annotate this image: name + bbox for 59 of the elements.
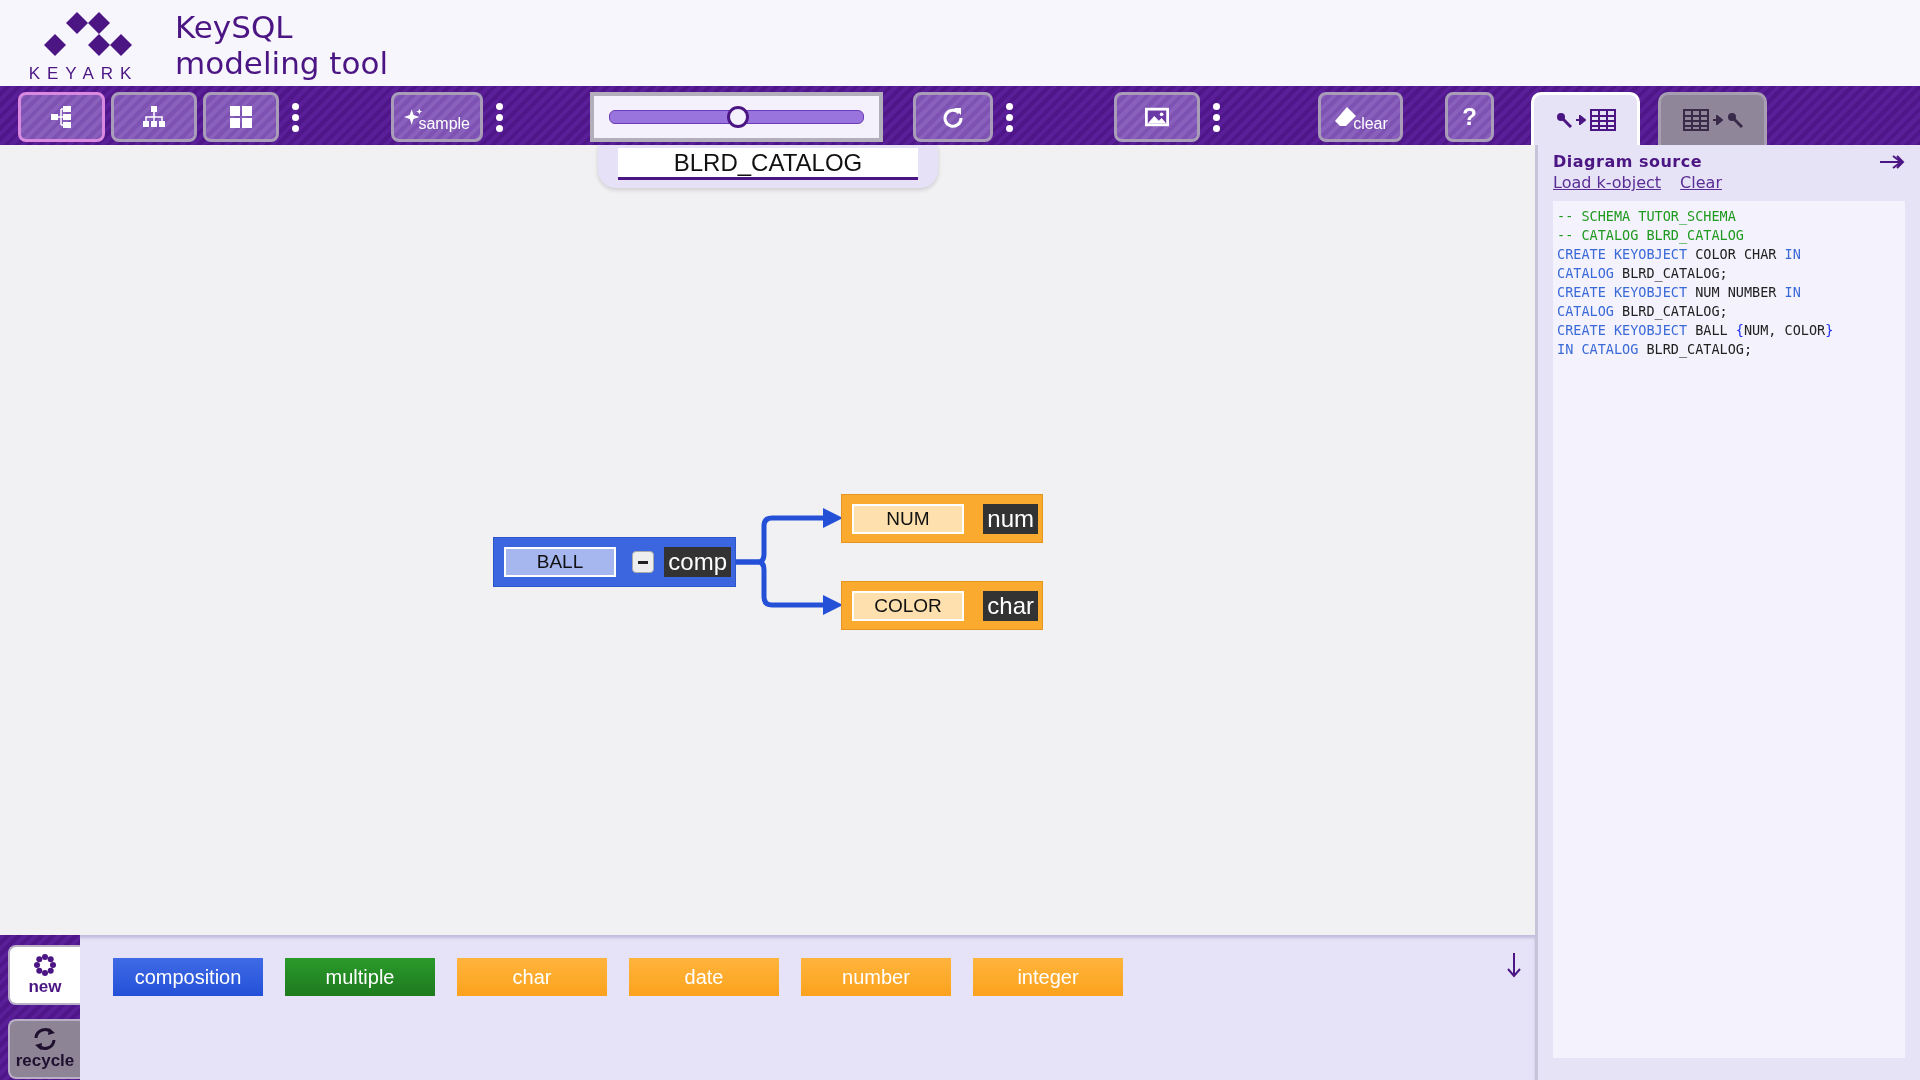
node-type: char [983,590,1038,621]
collapse-icon[interactable] [632,551,654,573]
panel-tab[interactable] [1658,92,1767,145]
app-title: KeySQL [175,9,294,45]
grid-icon [229,105,253,129]
code-line: CREATE KEYOBJECT COLOR CHAR IN [1557,245,1802,264]
code-line: CREATE KEYOBJECT NUM NUMBER IN [1557,283,1802,302]
panel-link[interactable]: Load k-object [1553,173,1662,192]
node-name: NUM [852,503,964,534]
code-line: CATALOG BLRD_CATALOG; [1557,302,1729,321]
scalar-node[interactable]: NUM num [841,494,1043,543]
more-options-icon[interactable] [291,102,299,132]
table-icon [1682,109,1709,131]
palette-item[interactable]: multiple [285,958,435,996]
node-type: comp [664,547,731,577]
code-line: -- SCHEMA TUTOR_SCHEMA [1557,207,1737,226]
help-button[interactable]: ? [1445,92,1494,142]
grid-view-button[interactable] [203,92,279,142]
recycle-icon [32,1027,58,1051]
more-options-icon[interactable] [1212,102,1220,132]
catalog-name-field[interactable]: BLRD_CATALOG [598,145,938,188]
flower-icon [33,953,57,977]
hierarchy-icon [142,105,166,129]
sample-button[interactable]: sample [391,92,483,142]
logo-text: KEYARK [27,64,139,84]
palette-item[interactable]: composition [113,958,263,996]
recycle-button[interactable]: recycle [8,1019,80,1079]
new-button[interactable]: new [8,945,80,1005]
export-image-button[interactable] [1114,92,1200,142]
arrow-icon [1712,115,1723,125]
clear-button[interactable]: clear [1318,92,1403,142]
code-line: IN CATALOG BLRD_CATALOG; [1557,340,1754,359]
slider-thumb[interactable] [726,106,749,128]
down-arrow-icon [1507,952,1521,978]
picture-icon [1143,105,1171,129]
table-icon [1589,109,1616,131]
scalar-node[interactable]: COLOR char [841,581,1043,630]
tree-diagram-icon [49,105,74,129]
wrench-icon [1555,112,1572,128]
panel-link[interactable]: Clear [1680,173,1722,192]
more-options-icon[interactable] [495,102,503,132]
node-type: num [983,503,1038,534]
zoom-slider[interactable] [590,92,883,142]
collapse-arrow-icon[interactable] [1879,153,1905,170]
code-line: CATALOG BLRD_CATALOG; [1557,264,1729,283]
tree-view-button[interactable] [18,92,105,142]
arrow-icon [1575,115,1586,125]
app-title: modeling tool [175,45,389,81]
refresh-icon [941,105,965,129]
refresh-button[interactable] [913,92,993,142]
code-line: -- CATALOG BLRD_CATALOG [1557,226,1745,245]
code-line: CREATE KEYOBJECT BALL {NUM, COLOR} [1557,321,1835,340]
panel-title: Diagram source [1553,152,1703,171]
composition-node[interactable]: BALL comp [493,537,736,587]
more-options-icon[interactable] [1005,102,1013,132]
node-name: COLOR [852,590,964,621]
hierarchy-view-button[interactable] [111,92,197,142]
wrench-icon [1726,112,1743,128]
node-name: BALL [504,547,616,577]
